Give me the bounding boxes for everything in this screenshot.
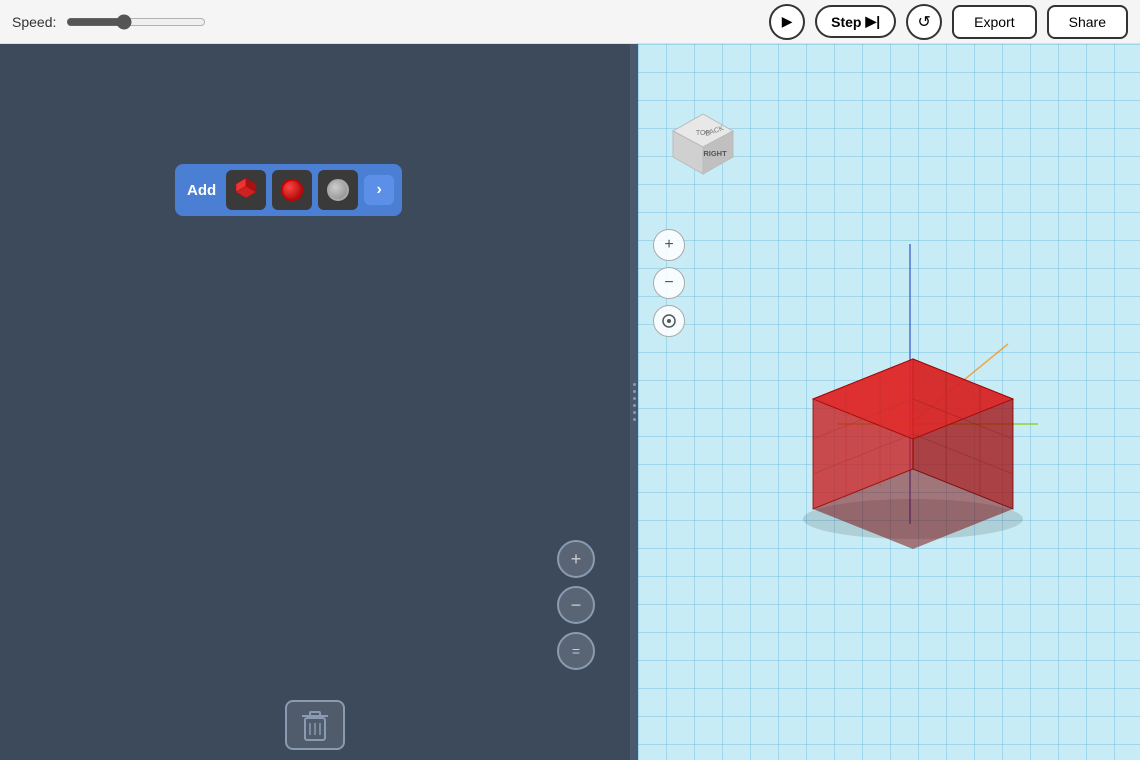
svg-text:TOP: TOP	[696, 130, 711, 137]
code-zoom-controls: + − =	[557, 540, 595, 670]
divider-handle	[633, 383, 636, 421]
divider-dot	[633, 390, 636, 393]
trash-icon	[300, 708, 330, 742]
trash-area[interactable]	[285, 700, 345, 750]
reset-button[interactable]: ↺	[906, 4, 942, 40]
zoom-in-icon: +	[571, 549, 582, 570]
circle-gray-icon	[327, 179, 349, 201]
viewport-zoom-in-icon: +	[664, 236, 673, 254]
zoom-out-icon: −	[571, 595, 582, 616]
step-label: Step	[831, 14, 861, 30]
3d-cube-object[interactable]	[758, 224, 1078, 569]
viewport-zoom-out-button[interactable]: −	[653, 267, 685, 299]
play-icon: ▶	[782, 13, 793, 30]
expand-block-button[interactable]: ›	[364, 175, 394, 205]
divider-dot	[633, 418, 636, 421]
panel-divider[interactable]	[630, 44, 638, 760]
nav-cube-svg: RIGHT BACK TOP	[663, 109, 743, 189]
divider-dot	[633, 404, 636, 407]
toolbar: Speed: ▶ Step ▶| ↺ Export Share	[0, 0, 1140, 44]
viewport-fit-button[interactable]	[653, 305, 685, 337]
svg-text:RIGHT: RIGHT	[703, 149, 727, 158]
shape-circle-red-button[interactable]	[272, 170, 312, 210]
code-editor-panel: Add ›	[0, 44, 630, 760]
chevron-right-icon: ›	[377, 181, 382, 199]
share-button[interactable]: Share	[1047, 5, 1128, 39]
code-zoom-in-button[interactable]: +	[557, 540, 595, 578]
speed-slider[interactable]	[66, 14, 206, 30]
step-icon: ▶|	[865, 13, 880, 30]
share-label: Share	[1069, 14, 1106, 30]
3d-viewport: RIGHT BACK TOP + −	[638, 44, 1140, 760]
export-label: Export	[974, 14, 1014, 30]
viewport-zoom-in-button[interactable]: +	[653, 229, 685, 261]
add-block[interactable]: Add ›	[175, 164, 402, 216]
shape-circle-gray-button[interactable]	[318, 170, 358, 210]
add-label: Add	[183, 182, 220, 199]
divider-dot	[633, 411, 636, 414]
code-zoom-out-button[interactable]: −	[557, 586, 595, 624]
step-button[interactable]: Step ▶|	[815, 5, 896, 38]
viewport-fit-icon	[661, 313, 677, 329]
main-layout: Add ›	[0, 44, 1140, 760]
viewport-zoom-out-icon: −	[664, 274, 673, 292]
shape-3d-cube-button[interactable]	[226, 170, 266, 210]
fit-icon: =	[572, 643, 580, 659]
cube-icon	[232, 176, 260, 204]
red-cube-svg	[758, 224, 1078, 564]
code-fit-button[interactable]: =	[557, 632, 595, 670]
circle-red-icon	[281, 179, 303, 201]
navigation-cube[interactable]: RIGHT BACK TOP	[663, 109, 743, 189]
play-button[interactable]: ▶	[769, 4, 805, 40]
export-button[interactable]: Export	[952, 5, 1036, 39]
divider-dot	[633, 397, 636, 400]
divider-dot	[633, 383, 636, 386]
reset-icon: ↺	[917, 12, 930, 32]
speed-label: Speed:	[12, 14, 56, 30]
viewport-zoom-controls: + −	[653, 229, 685, 337]
